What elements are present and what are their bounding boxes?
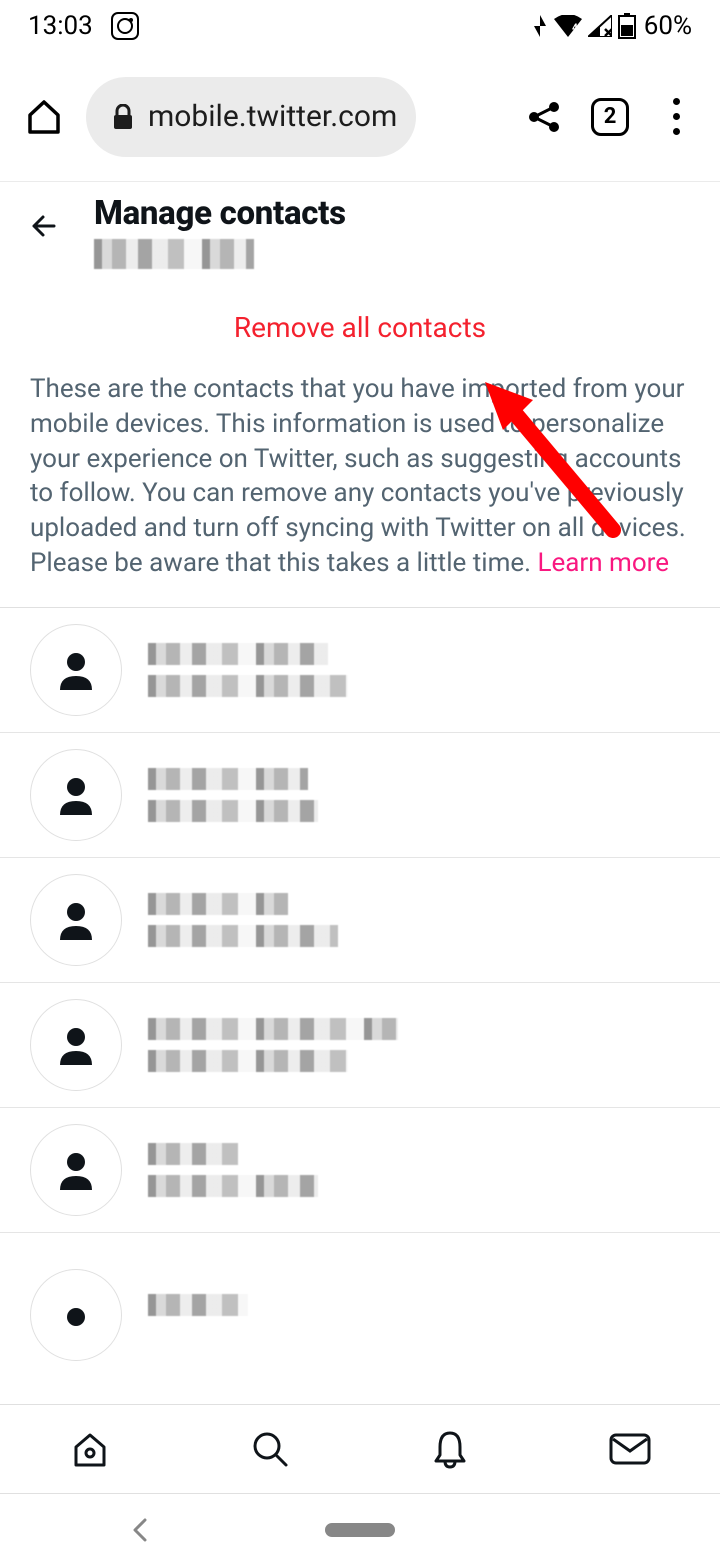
contact-info-redacted	[148, 768, 318, 822]
status-bar: 13:03 4 60%	[0, 0, 720, 52]
page-title: Manage contacts	[94, 194, 346, 233]
status-time: 13:03	[28, 11, 93, 41]
nav-messages[interactable]	[540, 1405, 720, 1493]
contact-info-redacted	[148, 1018, 398, 1072]
avatar-icon	[30, 749, 122, 841]
avatar-icon	[30, 1124, 122, 1216]
url-bar[interactable]: mobile.twitter.com	[86, 77, 416, 157]
tab-count: 2	[591, 98, 629, 136]
battery-icon	[618, 13, 636, 39]
learn-more-link[interactable]: Learn more	[537, 548, 669, 578]
nav-search[interactable]	[180, 1405, 360, 1493]
remove-all-contacts-button[interactable]: Remove all contacts	[0, 277, 720, 372]
system-back-button[interactable]	[130, 1516, 150, 1544]
instagram-notification-icon	[111, 12, 139, 40]
contact-info-redacted	[148, 643, 348, 697]
page-header: Manage contacts	[0, 182, 720, 277]
system-nav-pill[interactable]	[325, 1523, 395, 1537]
contact-row[interactable]	[0, 608, 720, 733]
browser-toolbar: mobile.twitter.com 2	[0, 52, 720, 182]
back-button[interactable]	[18, 200, 70, 252]
nav-home[interactable]	[0, 1405, 180, 1493]
avatar-icon	[30, 624, 122, 716]
avatar-icon	[30, 874, 122, 966]
avatar-icon	[30, 1269, 122, 1361]
contact-row[interactable]	[0, 858, 720, 983]
signal-icon	[588, 15, 612, 37]
url-text: mobile.twitter.com	[148, 99, 397, 134]
contact-row[interactable]	[0, 733, 720, 858]
lock-icon	[112, 104, 134, 130]
contact-info-redacted	[148, 893, 338, 947]
status-icons: 4 60%	[532, 11, 692, 41]
browser-home-button[interactable]	[20, 93, 68, 141]
contacts-list	[0, 608, 720, 1377]
share-button[interactable]	[520, 93, 568, 141]
wifi-icon: 4	[554, 15, 582, 37]
browser-menu-button[interactable]	[652, 93, 700, 141]
tabs-button[interactable]: 2	[586, 93, 634, 141]
contact-row[interactable]	[0, 1108, 720, 1233]
description-text: These are the contacts that you have imp…	[0, 372, 720, 607]
account-handle-redacted	[94, 239, 254, 269]
battery-percent: 60%	[644, 11, 692, 41]
nav-notifications[interactable]	[360, 1405, 540, 1493]
contact-info-redacted	[148, 1143, 318, 1197]
avatar-icon	[30, 999, 122, 1091]
contact-row[interactable]	[0, 983, 720, 1108]
svg-text:4: 4	[572, 23, 578, 34]
bottom-nav	[0, 1404, 720, 1494]
contact-row[interactable]	[0, 1233, 720, 1377]
contact-info-redacted	[148, 1294, 248, 1316]
system-nav-bar	[0, 1510, 720, 1550]
